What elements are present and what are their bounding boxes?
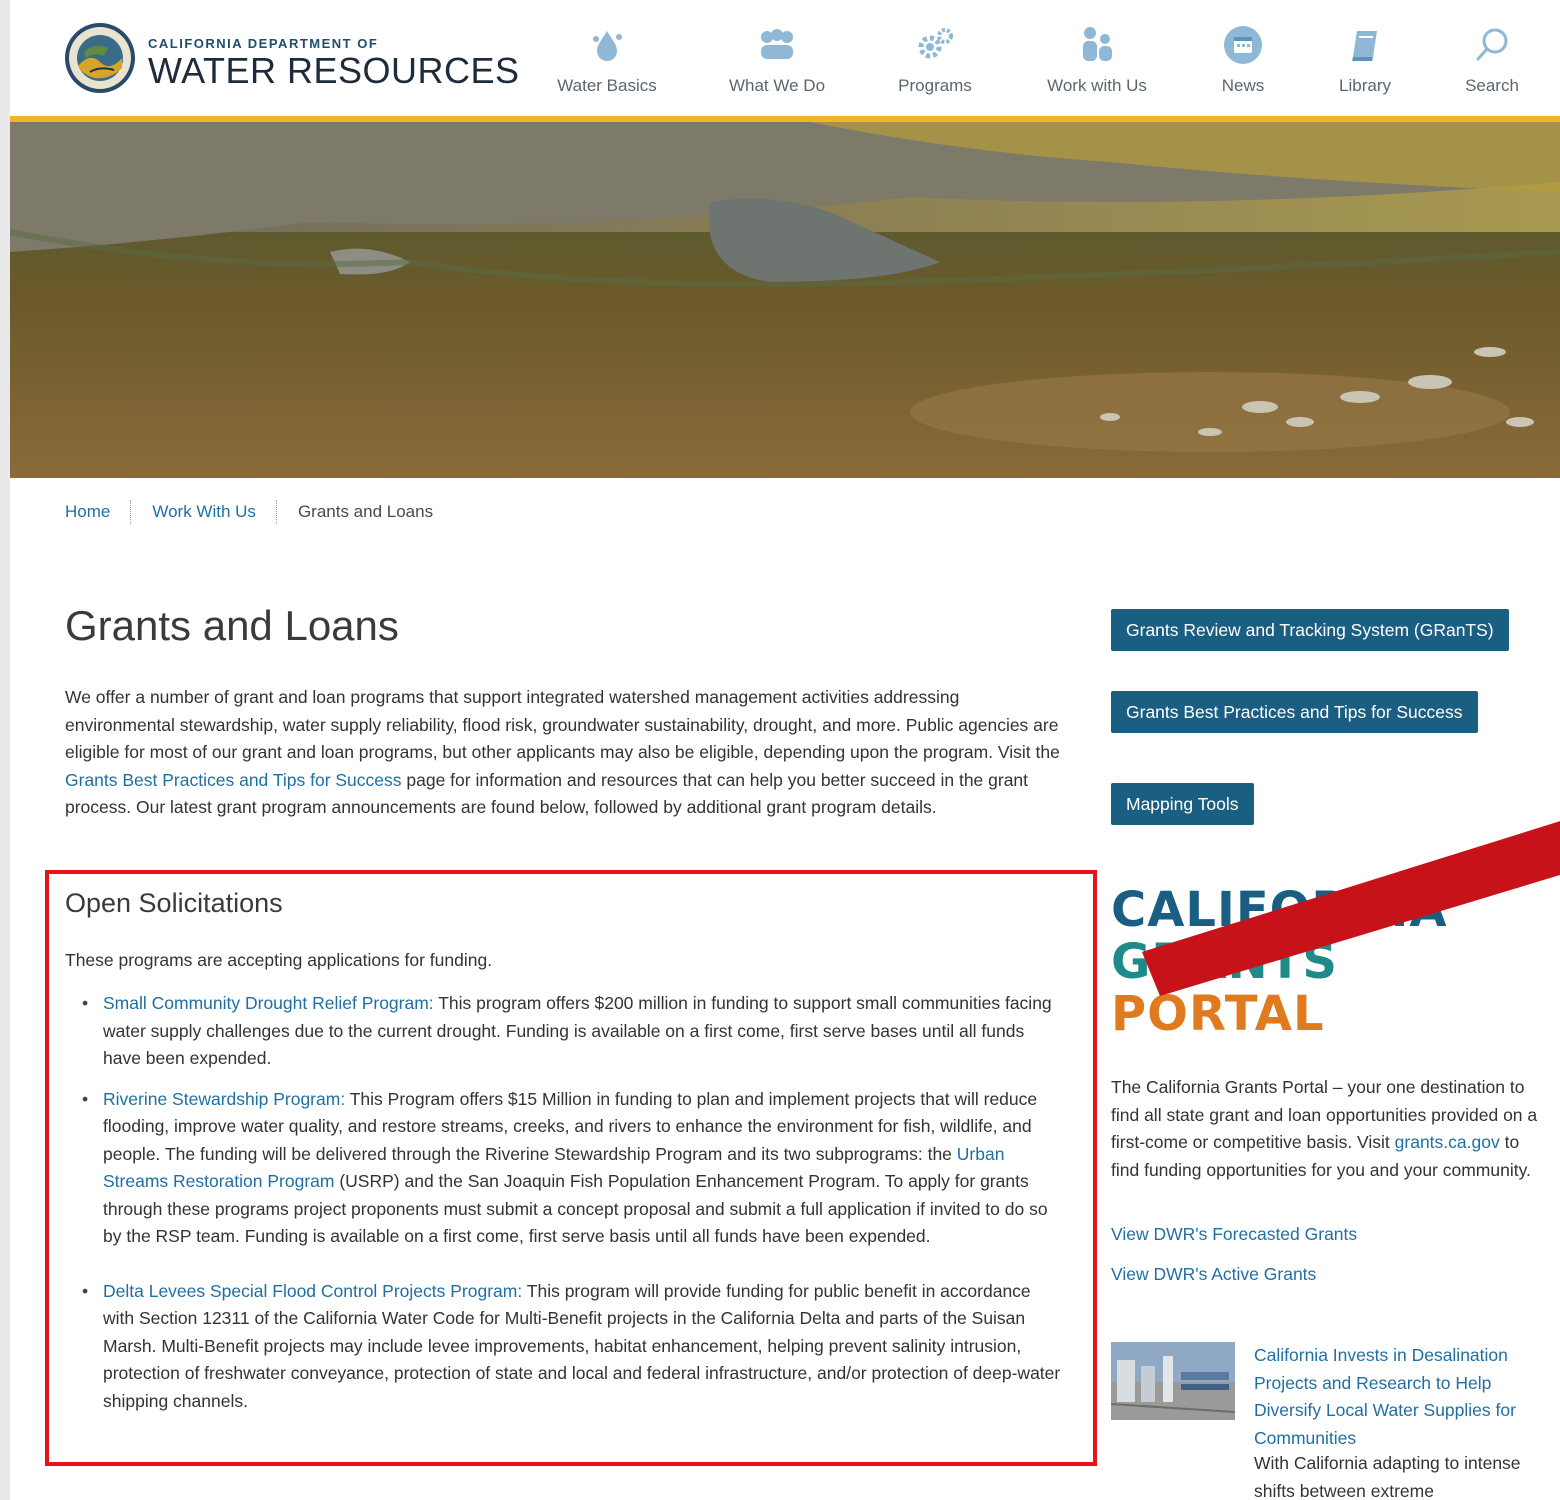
- intro-paragraph: We offer a number of grant and loan prog…: [65, 684, 1060, 822]
- work-people-icon: [1037, 24, 1157, 66]
- list-item: • Delta Levees Special Flood Control Pro…: [65, 1278, 1065, 1416]
- nav-label: Work with Us: [1047, 76, 1147, 95]
- delta-levees-link[interactable]: Delta Levees Special Flood Control Proje…: [103, 1281, 522, 1301]
- search-icon: [1432, 24, 1552, 66]
- breadcrumb-separator: [130, 500, 132, 524]
- water-drops-icon: [547, 24, 667, 66]
- list-item: • Small Community Drought Relief Program…: [65, 990, 1065, 1073]
- mapping-tools-button[interactable]: Mapping Tools: [1111, 783, 1254, 825]
- nav-work-with-us[interactable]: Work with Us: [1037, 24, 1157, 96]
- active-grants-link[interactable]: View DWR's Active Grants: [1111, 1264, 1316, 1285]
- nav-label: Search: [1465, 76, 1519, 95]
- breadcrumb-current: Grants and Loans: [297, 502, 434, 521]
- small-community-drought-relief-link[interactable]: Small Community Drought Relief Program:: [103, 993, 434, 1013]
- news-summary: With California adapting to intense shif…: [1254, 1453, 1521, 1500]
- portal-logo-line: PORTAL: [1111, 986, 1325, 1042]
- california-grants-portal-logo[interactable]: CALIFORNIA GRANTS PORTAL: [1111, 884, 1448, 1040]
- bullet: •: [82, 993, 89, 1013]
- book-icon: [1305, 24, 1425, 66]
- forecasted-grants-link[interactable]: View DWR's Forecasted Grants: [1111, 1224, 1357, 1245]
- nav-label: What We Do: [728, 76, 826, 95]
- open-solicitations-subtitle: These programs are accepting application…: [65, 950, 493, 970]
- breadcrumb-home[interactable]: Home: [65, 502, 110, 522]
- gears-icon: [875, 24, 995, 66]
- open-solicitations-heading: Open Solicitations: [65, 888, 283, 918]
- breadcrumb: Home Work With Us Grants and Loans: [65, 500, 433, 524]
- calendar-icon: [1183, 24, 1303, 66]
- bullet: •: [82, 1280, 89, 1301]
- nav-label: News: [1221, 76, 1265, 95]
- nav-library[interactable]: Library: [1305, 24, 1425, 96]
- nav-search[interactable]: Search: [1432, 24, 1552, 96]
- solicitations-list: • Small Community Drought Relief Program…: [65, 990, 1065, 1415]
- agency-name-top: CALIFORNIA DEPARTMENT OF: [148, 36, 379, 51]
- list-item: • Riverine Stewardship Program: This Pro…: [65, 1086, 1065, 1251]
- nav-water-basics[interactable]: Water Basics: [547, 24, 667, 96]
- grants-ca-gov-link[interactable]: grants.ca.gov: [1395, 1132, 1500, 1152]
- best-practices-link[interactable]: Grants Best Practices and Tips for Succe…: [65, 770, 402, 790]
- hero-image-river: [10, 122, 1560, 478]
- page: CALIFORNIA DEPARTMENT OF WATER RESOURCES…: [10, 0, 1560, 1500]
- grants-tracking-button[interactable]: Grants Review and Tracking System (GRanT…: [1111, 609, 1509, 651]
- news-thumbnail-image[interactable]: [1111, 1342, 1235, 1420]
- portal-description: The California Grants Portal – your one …: [1111, 1074, 1541, 1184]
- nav-news[interactable]: News: [1183, 24, 1303, 96]
- breadcrumb-work-with-us[interactable]: Work With Us: [152, 502, 256, 522]
- news-headline-link[interactable]: California Invests in Desalination Proje…: [1254, 1342, 1544, 1452]
- breadcrumb-separator: [275, 500, 278, 524]
- nav-programs[interactable]: Programs: [875, 24, 995, 96]
- dwr-seal-logo[interactable]: [64, 22, 136, 94]
- nav-label: Library: [1339, 76, 1391, 95]
- nav-label: Water Basics: [557, 76, 657, 95]
- bullet: •: [82, 1088, 89, 1109]
- best-practices-button[interactable]: Grants Best Practices and Tips for Succe…: [1111, 691, 1478, 733]
- site-header: CALIFORNIA DEPARTMENT OF WATER RESOURCES…: [10, 0, 1560, 116]
- portal-logo-line: GRANTS: [1111, 934, 1338, 990]
- portal-logo-line: CALIFORNIA: [1111, 882, 1448, 938]
- page-title: Grants and Loans: [65, 602, 399, 649]
- riverine-stewardship-link[interactable]: Riverine Stewardship Program:: [103, 1089, 345, 1109]
- nav-what-we-do[interactable]: What We Do: [717, 24, 837, 96]
- people-group-icon: [717, 24, 837, 66]
- nav-label: Programs: [898, 76, 972, 95]
- agency-name-main[interactable]: WATER RESOURCES: [148, 50, 520, 92]
- intro-text: We offer a number of grant and loan prog…: [65, 687, 1060, 762]
